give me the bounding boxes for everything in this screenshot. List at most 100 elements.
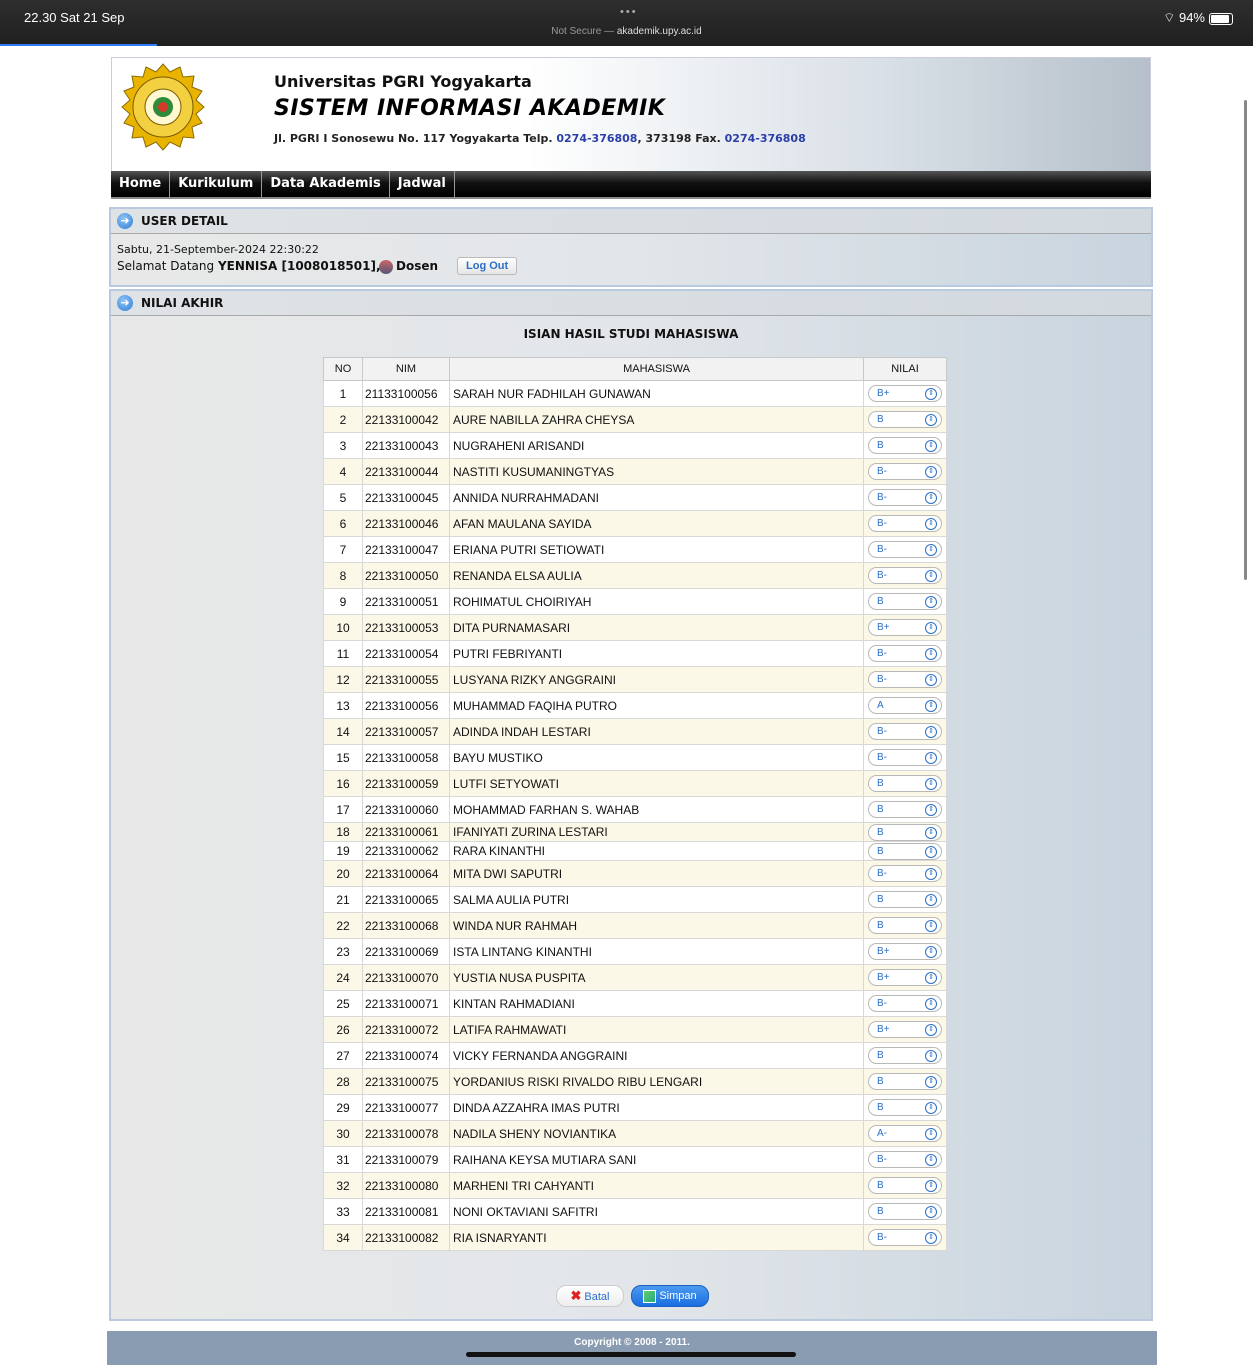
grade-select[interactable]: B ⇕ xyxy=(868,1099,942,1116)
grade-select[interactable]: B- ⇕ xyxy=(868,645,942,662)
row-nim-link[interactable]: 22133100061 xyxy=(362,822,450,842)
grade-select[interactable]: B- ⇕ xyxy=(868,541,942,558)
table-row: 6 22133100046 AFAN MAULANA SAYIDA B- ⇕ xyxy=(323,510,947,537)
row-nim-link[interactable]: 22133100045 xyxy=(362,484,450,511)
row-nim-link[interactable]: 22133100047 xyxy=(362,536,450,563)
row-nim-link[interactable]: 22133100050 xyxy=(362,562,450,589)
fax-link[interactable]: 0274-376808 xyxy=(725,132,806,145)
row-student-name: YUSTIA NUSA PUSPITA xyxy=(449,964,864,991)
grade-select[interactable]: A- ⇕ xyxy=(868,1125,942,1142)
row-no: 22 xyxy=(323,912,363,939)
grade-select[interactable]: B- ⇕ xyxy=(868,671,942,688)
row-nim-link[interactable]: 21133100056 xyxy=(362,380,450,407)
table-row: 26 22133100072 LATIFA RAHMAWATI B+ ⇕ xyxy=(323,1016,947,1043)
row-nim-link[interactable]: 22133100057 xyxy=(362,718,450,745)
grade-select[interactable]: B+ ⇕ xyxy=(868,943,942,960)
more-dots-icon[interactable]: ••• xyxy=(620,6,638,18)
row-student-name: VICKY FERNANDA ANGGRAINI xyxy=(449,1042,864,1069)
grade-select[interactable]: B+ ⇕ xyxy=(868,1021,942,1038)
row-no: 34 xyxy=(323,1224,363,1251)
row-nim-link[interactable]: 22133100078 xyxy=(362,1120,450,1147)
grade-select[interactable]: B ⇕ xyxy=(868,1203,942,1220)
row-nim-link[interactable]: 22133100055 xyxy=(362,666,450,693)
grade-select[interactable]: B- ⇕ xyxy=(868,723,942,740)
row-nim-link[interactable]: 22133100044 xyxy=(362,458,450,485)
grade-value: B- xyxy=(877,868,887,879)
grade-select[interactable]: B ⇕ xyxy=(868,1073,942,1090)
row-nim-link[interactable]: 22133100042 xyxy=(362,406,450,433)
grade-select[interactable]: B ⇕ xyxy=(868,801,942,818)
battery-percent: 94% xyxy=(1178,10,1205,25)
select-chevron-icon: ⇕ xyxy=(925,972,937,984)
scrollbar[interactable] xyxy=(1244,100,1247,580)
grade-select[interactable]: B- ⇕ xyxy=(868,463,942,480)
grade-select[interactable]: B ⇕ xyxy=(868,842,942,860)
grade-select[interactable]: B- ⇕ xyxy=(868,489,942,506)
grade-select[interactable]: B- ⇕ xyxy=(868,1151,942,1168)
row-grade-cell: B ⇕ xyxy=(863,1068,947,1095)
row-nim-link[interactable]: 22133100051 xyxy=(362,588,450,615)
row-nim-link[interactable]: 22133100046 xyxy=(362,510,450,537)
grade-select[interactable]: B ⇕ xyxy=(868,1177,942,1194)
row-nim-link[interactable]: 22133100054 xyxy=(362,640,450,667)
row-grade-cell: B+ ⇕ xyxy=(863,1016,947,1043)
row-student-name: DINDA AZZAHRA IMAS PUTRI xyxy=(449,1094,864,1121)
grade-select[interactable]: B+ ⇕ xyxy=(868,619,942,636)
nav-home[interactable]: Home xyxy=(111,171,171,197)
row-nim-link[interactable]: 22133100070 xyxy=(362,964,450,991)
grade-select[interactable]: B ⇕ xyxy=(868,411,942,428)
row-nim-link[interactable]: 22133100068 xyxy=(362,912,450,939)
row-nim-link[interactable]: 22133100059 xyxy=(362,770,450,797)
row-nim-link[interactable]: 22133100081 xyxy=(362,1198,450,1225)
row-nim-link[interactable]: 22133100043 xyxy=(362,432,450,459)
row-no: 13 xyxy=(323,692,363,719)
row-grade-cell: B ⇕ xyxy=(863,841,947,861)
grade-select[interactable]: B ⇕ xyxy=(868,1047,942,1064)
nav-jadwal[interactable]: Jadwal xyxy=(390,171,455,197)
grade-select[interactable]: B- ⇕ xyxy=(868,1229,942,1246)
row-nim-link[interactable]: 22133100064 xyxy=(362,860,450,887)
address-bar[interactable]: Not Secure — akademik.upy.ac.id xyxy=(0,26,1253,37)
row-nim-link[interactable]: 22133100077 xyxy=(362,1094,450,1121)
row-no: 24 xyxy=(323,964,363,991)
row-nim-link[interactable]: 22133100075 xyxy=(362,1068,450,1095)
grade-select[interactable]: B+ ⇕ xyxy=(868,969,942,986)
row-nim-link[interactable]: 22133100074 xyxy=(362,1042,450,1069)
row-nim-link[interactable]: 22133100058 xyxy=(362,744,450,771)
grade-select[interactable]: B ⇕ xyxy=(868,823,942,841)
grade-select[interactable]: B ⇕ xyxy=(868,593,942,610)
row-nim-link[interactable]: 22133100080 xyxy=(362,1172,450,1199)
grade-select[interactable]: A ⇕ xyxy=(868,697,942,714)
row-nim-link[interactable]: 22133100060 xyxy=(362,796,450,823)
row-nim-link[interactable]: 22133100062 xyxy=(362,841,450,861)
home-indicator[interactable] xyxy=(466,1352,796,1357)
nav-kurikulum[interactable]: Kurikulum xyxy=(170,171,263,197)
grade-select[interactable]: B- ⇕ xyxy=(868,515,942,532)
grade-select[interactable]: B ⇕ xyxy=(868,775,942,792)
cancel-button[interactable]: ✖ Batal xyxy=(556,1285,624,1307)
row-nim-link[interactable]: 22133100079 xyxy=(362,1146,450,1173)
grade-select[interactable]: B- ⇕ xyxy=(868,995,942,1012)
grade-select[interactable]: B+ ⇕ xyxy=(868,385,942,402)
row-nim-link[interactable]: 22133100069 xyxy=(362,938,450,965)
grade-select[interactable]: B ⇕ xyxy=(868,437,942,454)
row-nim-link[interactable]: 22133100082 xyxy=(362,1224,450,1251)
grade-select[interactable]: B- ⇕ xyxy=(868,567,942,584)
grade-value: B xyxy=(877,440,884,451)
grade-select[interactable]: B ⇕ xyxy=(868,917,942,934)
phone-link[interactable]: 0274-376808 xyxy=(556,132,637,145)
grade-select[interactable]: B- ⇕ xyxy=(868,749,942,766)
nav-data-akademis[interactable]: Data Akademis xyxy=(262,171,390,197)
save-button[interactable]: Simpan xyxy=(631,1285,709,1307)
row-nim-link[interactable]: 22133100071 xyxy=(362,990,450,1017)
grade-select[interactable]: B- ⇕ xyxy=(868,865,942,882)
row-nim-link[interactable]: 22133100072 xyxy=(362,1016,450,1043)
row-nim-link[interactable]: 22133100056 xyxy=(362,692,450,719)
row-no: 33 xyxy=(323,1198,363,1225)
select-chevron-icon: ⇕ xyxy=(925,894,937,906)
logout-button[interactable]: Log Out xyxy=(457,257,518,275)
row-nim-link[interactable]: 22133100065 xyxy=(362,886,450,913)
grade-select[interactable]: B ⇕ xyxy=(868,891,942,908)
system-title: SISTEM INFORMASI AKADEMIK xyxy=(274,96,666,121)
row-nim-link[interactable]: 22133100053 xyxy=(362,614,450,641)
